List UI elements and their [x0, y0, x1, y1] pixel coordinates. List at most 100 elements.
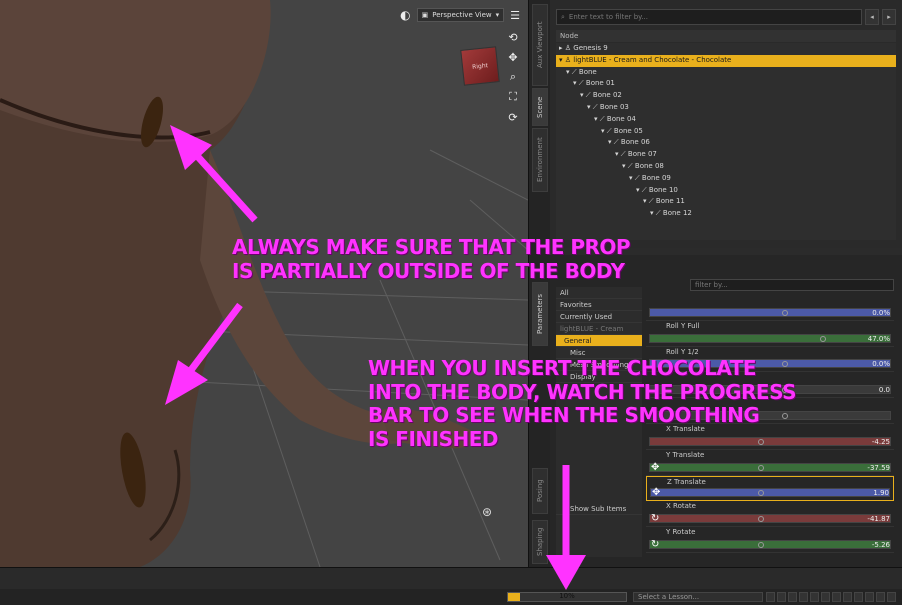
parameter-slider[interactable]: X Rotate -41.87 ↻ — [646, 501, 894, 528]
parameter-group-item[interactable]: lightBLUE - Cream — [556, 323, 642, 335]
slider-track[interactable] — [650, 488, 890, 498]
3d-viewport[interactable]: ◐ ▣ Perspective View ▾ ☰ ⟲ ✥ ⌕ ⛶ ⟳ Right… — [0, 0, 528, 567]
tree-node[interactable]: ▾ ⟋ Bone 06 — [556, 137, 896, 149]
reset-view-icon[interactable]: ⟳ — [506, 110, 520, 124]
tree-node[interactable]: ▾ ⟋ Bone 11 — [556, 196, 896, 208]
tree-node[interactable]: ▾ ⟋ Bone 01 — [556, 78, 896, 90]
tab-parameters[interactable]: Parameters — [532, 282, 548, 346]
tab-shaping[interactable]: Shaping — [532, 520, 548, 564]
page-button[interactable] — [854, 592, 863, 602]
callout-progress-bar: WHEN YOU INSERT THE CHOCOLATE INTO THE B… — [368, 356, 796, 451]
parameter-value[interactable]: 0.0% — [872, 309, 890, 317]
page-button[interactable] — [821, 592, 830, 602]
view-cube[interactable]: Right — [460, 46, 500, 86]
light-mode-icon[interactable]: ◐ — [400, 8, 410, 22]
bone-icon: ⟋ — [585, 91, 593, 100]
parameter-group-item[interactable]: Favorites — [556, 299, 642, 311]
tree-node[interactable]: ▾ ⟋ Bone 08 — [556, 161, 896, 173]
parameter-slider[interactable]: Y Translate -37.59 ✥ — [646, 450, 894, 476]
page-button[interactable] — [777, 592, 786, 602]
parameter-slider[interactable]: Roll Y Full 47.0% — [646, 321, 894, 347]
parameter-value[interactable]: 0.0% — [872, 360, 890, 368]
page-button[interactable] — [832, 592, 841, 602]
tab-posing[interactable]: Posing — [532, 468, 548, 514]
parameter-slider[interactable]: 0.0% — [646, 295, 894, 321]
parameter-value[interactable]: 0.0 — [879, 386, 890, 394]
prev-icon[interactable]: ◂ — [865, 9, 879, 25]
slider-track[interactable] — [649, 333, 891, 343]
slider-track[interactable] — [649, 462, 891, 472]
page-button[interactable] — [788, 592, 797, 602]
view-selector[interactable]: ▣ Perspective View ▾ — [416, 8, 505, 22]
tab-label: Parameters — [536, 293, 544, 335]
parameter-label: Y Translate — [666, 450, 705, 459]
parameter-value[interactable]: 47.0% — [868, 335, 890, 343]
frame-icon[interactable]: ⛶ — [506, 90, 520, 104]
parameter-value[interactable]: -37.59 — [867, 464, 890, 472]
node-column-header[interactable]: Node — [556, 30, 896, 42]
page-button[interactable] — [799, 592, 808, 602]
slider-knob[interactable] — [757, 464, 764, 471]
next-icon[interactable]: ▸ — [882, 9, 896, 25]
tab-environment[interactable]: Environment — [532, 128, 548, 192]
tree-node[interactable]: ▾ ⟋ Bone 09 — [556, 173, 896, 185]
tree-node-label: Bone 02 — [592, 91, 622, 100]
parameter-value[interactable]: -4.25 — [872, 438, 890, 446]
translate-icon: ✥ — [652, 487, 661, 499]
slider-track[interactable] — [649, 307, 891, 317]
orbit-icon[interactable]: ⟲ — [506, 30, 520, 44]
page-button[interactable] — [810, 592, 819, 602]
translate-icon: ✥ — [651, 461, 660, 473]
tree-node[interactable]: ▾ ⟋ Bone 04 — [556, 114, 896, 126]
tree-node[interactable]: ▾ ⟋ Bone 10 — [556, 185, 896, 197]
callout-line: BAR TO SEE WHEN THE SMOOTHING — [368, 403, 760, 428]
tree-node-label: Bone 11 — [655, 197, 685, 206]
slider-track[interactable] — [649, 539, 891, 549]
parameter-value[interactable]: -41.87 — [867, 515, 890, 523]
parameter-value[interactable]: 1.90 — [873, 489, 889, 497]
tree-node[interactable]: ▾ ⟋ Bone 07 — [556, 149, 896, 161]
parameter-group-item[interactable]: General — [556, 335, 642, 347]
parameter-slider[interactable]: Y Rotate -5.26 ↻ — [646, 527, 894, 553]
tab-scene[interactable]: Scene — [532, 88, 548, 126]
bone-icon: ⟋ — [620, 150, 628, 159]
parameter-label: X Rotate — [666, 502, 696, 511]
parameter-slider[interactable]: Z Translate 1.90 ✥ — [646, 475, 894, 502]
page-button[interactable] — [865, 592, 874, 602]
side-tabs: Aux Viewport Scene Environment Parameter… — [528, 0, 550, 567]
tree-node[interactable]: ▾ ⟋ Bone 02 — [556, 90, 896, 102]
figure-icon: ♙ — [564, 44, 574, 52]
progress-text: 10% — [559, 592, 575, 600]
menu-icon[interactable]: ☰ — [510, 9, 520, 22]
scene-tree[interactable]: ▸ ♙ Genesis 9 ▾ ♙ lightBLUE - Cream and C… — [556, 43, 896, 240]
pan-icon[interactable]: ✥ — [506, 50, 520, 64]
slider-knob[interactable] — [757, 516, 764, 523]
bone-icon: ⟋ — [592, 102, 600, 111]
parameter-value[interactable]: -5.26 — [872, 541, 890, 549]
tree-node[interactable]: ▾ ♙ lightBLUE - Cream and Chocolate - Ch… — [556, 54, 896, 67]
tree-node[interactable]: ▾ ⟋ Bone 03 — [556, 102, 896, 114]
page-button[interactable] — [876, 592, 885, 602]
slider-knob[interactable] — [819, 335, 826, 342]
parameter-group-item[interactable]: Show Sub Items — [556, 503, 642, 515]
view-cube-label: Right — [471, 61, 489, 71]
tree-node[interactable]: ▾ ⟋ Bone — [556, 67, 896, 79]
parameter-group-item[interactable]: Currently Used — [556, 311, 642, 323]
scene-filter-input[interactable]: ⌕ Enter text to filter by... — [556, 9, 862, 25]
tree-node[interactable]: ▾ ⟋ Bone 05 — [556, 126, 896, 138]
page-button[interactable] — [843, 592, 852, 602]
tab-aux-viewport[interactable]: Aux Viewport — [532, 4, 548, 86]
slider-track[interactable] — [649, 514, 891, 524]
tree-node-label: Bone 03 — [599, 102, 629, 111]
zoom-icon[interactable]: ⌕ — [506, 70, 520, 84]
page-button[interactable] — [887, 592, 896, 602]
tree-node[interactable]: ▸ ♙ Genesis 9 — [556, 43, 896, 55]
scene-filter-bar: ⌕ Enter text to filter by... ◂ ▸ — [556, 9, 896, 25]
slider-knob[interactable] — [757, 541, 764, 548]
lesson-select[interactable]: Select a Lesson... — [633, 592, 763, 602]
tree-node[interactable]: ▾ ⟋ Bone 12 — [556, 208, 896, 220]
parameters-filter-input[interactable]: filter by... — [690, 279, 894, 291]
parameter-group-item[interactable]: All — [556, 287, 642, 299]
page-button[interactable] — [766, 592, 775, 602]
rotate-icon: ↻ — [651, 538, 660, 550]
